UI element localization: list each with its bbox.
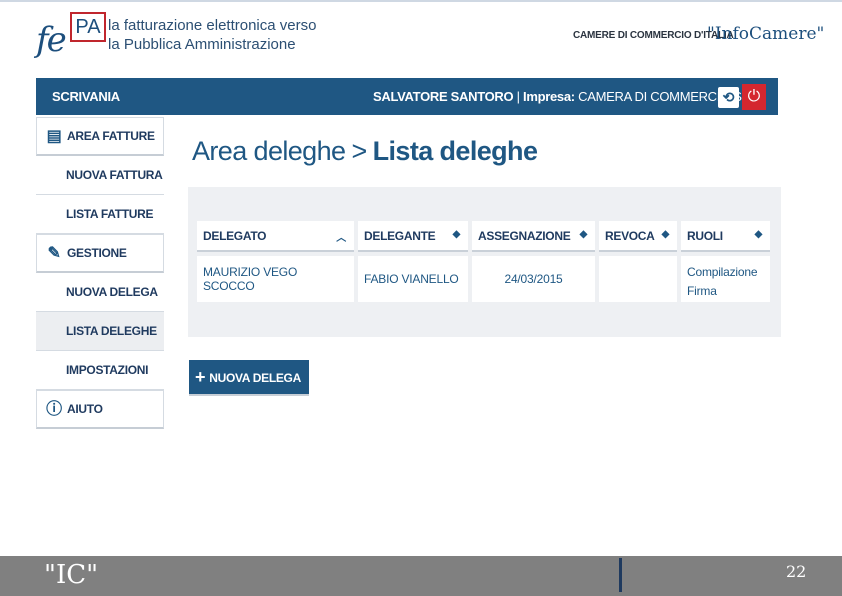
user-separator: | xyxy=(513,89,524,104)
nuova-delega-label: NUOVA DELEGA xyxy=(209,371,301,385)
sidebar-section-area-fatture[interactable]: ▤ AREA FATTURE xyxy=(36,117,164,156)
sidebar-section-label: GESTIONE xyxy=(67,246,127,260)
invoice-icon: ▤ xyxy=(46,128,62,145)
power-icon[interactable]: ⏻ xyxy=(742,84,766,110)
page-number: 22 xyxy=(786,562,807,581)
role-compilazione: Compilazione xyxy=(687,265,758,279)
footer-divider xyxy=(619,558,622,592)
app-header: fe PA la fatturazione elettronica verso … xyxy=(0,0,842,76)
scrivania-link[interactable]: SCRIVANIA xyxy=(52,89,120,104)
table-row[interactable]: MAURIZIO VEGO SCOCCO FABIO VIANELLO 24/0… xyxy=(197,256,770,302)
sidebar-section-label: AREA FATTURE xyxy=(67,129,155,143)
deleghe-table: DELEGATO ︿ DELEGANTE ◆ ASSEGNAZIONE ◆ REVOC… xyxy=(193,217,774,306)
sort-icon: ◆ xyxy=(452,229,461,240)
column-header-assegnazione[interactable]: ASSEGNAZIONE ◆ xyxy=(472,221,595,252)
sort-icon: ◆ xyxy=(579,229,588,240)
logo-pa-box: PA xyxy=(70,12,106,42)
role-firma: Firma xyxy=(687,284,717,298)
slide-footer: "IC" 22 xyxy=(0,556,842,596)
sort-icon: ◆ xyxy=(661,229,670,240)
sidebar-item-lista-fatture[interactable]: LISTA FATTURE xyxy=(36,195,164,234)
cell-delegato: MAURIZIO VEGO SCOCCO xyxy=(197,256,354,302)
change-company-icon[interactable]: ⟲ xyxy=(718,87,739,108)
sidebar-item-lista-deleghe[interactable]: LISTA DELEGHE xyxy=(36,312,164,351)
infocamere-logo[interactable]: "InfoCamere" xyxy=(707,24,824,44)
breadcrumb-separator: > xyxy=(351,136,367,166)
plus-icon: + xyxy=(195,367,206,387)
fepa-logo[interactable]: fe PA xyxy=(36,12,106,70)
cell-revoca xyxy=(599,256,677,302)
user-info: SALVATORE SANTORO | Impresa: CAMERA DI C… xyxy=(373,89,758,104)
cell-ruoli: Compilazione Firma xyxy=(681,256,770,302)
column-header-delegato[interactable]: DELEGATO ︿ xyxy=(197,221,354,252)
page-title: Area deleghe > Lista deleghe xyxy=(192,136,538,167)
table-header-row: DELEGATO ︿ DELEGANTE ◆ ASSEGNAZIONE ◆ REVOC… xyxy=(197,221,770,252)
top-bar: SCRIVANIA SALVATORE SANTORO | Impresa: C… xyxy=(36,78,778,115)
logo-fe-text: fe xyxy=(36,20,67,60)
column-header-delegante[interactable]: DELEGANTE ◆ xyxy=(358,221,468,252)
nuova-delega-button[interactable]: + NUOVA DELEGA xyxy=(189,360,309,394)
column-header-revoca[interactable]: REVOCA ◆ xyxy=(599,221,677,252)
breadcrumb-area-deleghe[interactable]: Area deleghe xyxy=(192,136,346,166)
impresa-label: Impresa: xyxy=(523,89,575,104)
sidebar-section-aiuto[interactable]: ⓘ AIUTO xyxy=(36,390,164,429)
deleghe-table-panel: DELEGATO ︿ DELEGANTE ◆ ASSEGNAZIONE ◆ REVOC… xyxy=(188,187,781,337)
cell-delegante: FABIO VIANELLO xyxy=(358,256,468,302)
sidebar-section-label: AIUTO xyxy=(67,402,103,416)
sidebar: ▤ AREA FATTURE NUOVA FATTURA LISTA FATTU… xyxy=(36,117,164,429)
footer-ic-mark: "IC" xyxy=(44,560,99,590)
cell-assegnazione: 24/03/2015 xyxy=(472,256,595,302)
edit-document-icon: ✎ xyxy=(47,245,61,262)
sidebar-item-nuova-fattura[interactable]: NUOVA FATTURA xyxy=(36,156,164,195)
tagline-line-1: la fatturazione elettronica verso xyxy=(108,17,317,34)
sort-icon: ◆ xyxy=(754,229,763,240)
user-name: SALVATORE SANTORO xyxy=(373,89,514,104)
info-icon: ⓘ xyxy=(46,401,62,418)
sidebar-section-gestione[interactable]: ✎ GESTIONE xyxy=(36,234,164,273)
tagline-line-2: la Pubblica Amministrazione xyxy=(108,36,296,53)
sort-asc-icon: ︿ xyxy=(336,233,346,244)
sidebar-item-nuova-delega[interactable]: NUOVA DELEGA xyxy=(36,273,164,312)
app-tagline: la fatturazione elettronica verso la Pub… xyxy=(108,16,316,54)
column-header-ruoli[interactable]: RUOLI ◆ xyxy=(681,221,770,252)
sidebar-item-impostazioni[interactable]: IMPOSTAZIONI xyxy=(36,351,164,390)
breadcrumb-current: Lista deleghe xyxy=(372,136,538,166)
